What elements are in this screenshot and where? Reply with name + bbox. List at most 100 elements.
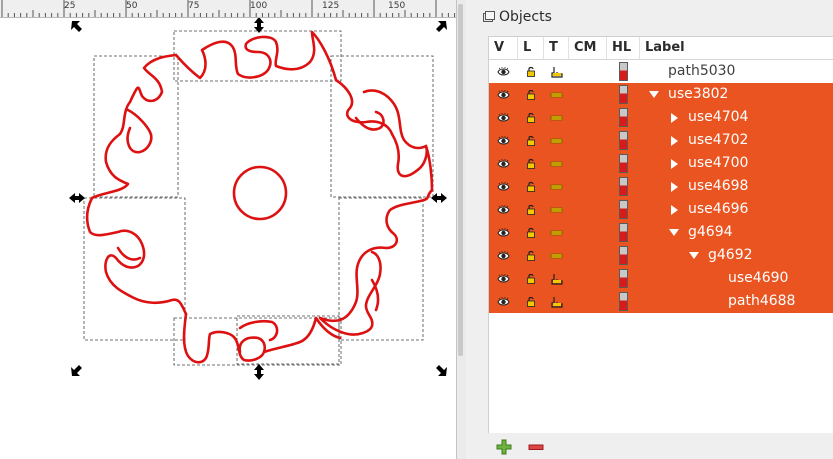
highlight-color-swatch[interactable] bbox=[607, 290, 640, 313]
highlight-color-swatch[interactable] bbox=[607, 60, 640, 83]
clone-icon bbox=[544, 129, 569, 152]
clip-mask-cell bbox=[569, 221, 607, 244]
tree-row-label-cell[interactable]: use3802 bbox=[640, 83, 833, 106]
unlocked-icon[interactable] bbox=[518, 244, 544, 267]
tree-row-label: g4694 bbox=[688, 224, 733, 240]
clip-mask-cell bbox=[569, 198, 607, 221]
highlight-color-swatch[interactable] bbox=[607, 221, 640, 244]
column-label[interactable]: Label bbox=[640, 37, 833, 59]
expand-arrow-down-icon[interactable] bbox=[689, 251, 699, 261]
horizontal-ruler[interactable]: 25 50 75 100 125 150 bbox=[0, 0, 456, 18]
tree-row-label-cell[interactable]: use4698 bbox=[640, 175, 833, 198]
drawing-canvas[interactable] bbox=[0, 18, 456, 459]
ruler-label: 50 bbox=[126, 1, 138, 11]
eye-icon[interactable] bbox=[489, 290, 518, 313]
unlocked-icon[interactable] bbox=[518, 175, 544, 198]
tree-row[interactable]: use4704 bbox=[489, 106, 833, 129]
tree-row-label-cell[interactable]: use4700 bbox=[640, 152, 833, 175]
eye-icon[interactable] bbox=[489, 244, 518, 267]
unlocked-icon[interactable] bbox=[518, 106, 544, 129]
expand-arrow-right-icon[interactable] bbox=[669, 159, 679, 169]
unlocked-icon[interactable] bbox=[518, 290, 544, 313]
scrollbar-thumb[interactable] bbox=[458, 4, 463, 356]
tree-row-label-cell[interactable]: use4696 bbox=[640, 198, 833, 221]
eye-icon[interactable] bbox=[489, 83, 518, 106]
scale-handle-top-right[interactable] bbox=[436, 21, 447, 32]
remove-minus-icon[interactable] bbox=[528, 439, 544, 455]
tree-row-label-cell[interactable]: use4702 bbox=[640, 129, 833, 152]
expand-arrow-down-icon[interactable] bbox=[649, 90, 659, 100]
path-tool-icon bbox=[544, 290, 569, 313]
unlocked-icon[interactable] bbox=[518, 152, 544, 175]
eye-icon[interactable] bbox=[489, 60, 518, 83]
clip-mask-cell bbox=[569, 129, 607, 152]
unlocked-icon[interactable] bbox=[518, 267, 544, 290]
expand-arrow-right-icon[interactable] bbox=[669, 205, 679, 215]
unlocked-icon[interactable] bbox=[518, 198, 544, 221]
eye-icon[interactable] bbox=[489, 175, 518, 198]
highlight-color-swatch[interactable] bbox=[607, 152, 640, 175]
clone-icon bbox=[544, 83, 569, 106]
tree-row[interactable]: use4690 bbox=[489, 267, 833, 290]
column-type[interactable]: T bbox=[544, 37, 569, 59]
scale-handle-bottom-right[interactable] bbox=[436, 365, 447, 376]
panel-buttons bbox=[488, 432, 833, 459]
tree-row-label-cell[interactable]: path5030 bbox=[640, 60, 833, 83]
column-clip-mask[interactable]: CM bbox=[569, 37, 607, 59]
tree-row-label-cell[interactable]: path4688 bbox=[640, 290, 833, 313]
column-highlight[interactable]: HL bbox=[607, 37, 640, 59]
column-visible[interactable]: V bbox=[489, 37, 518, 59]
expand-arrow-right-icon[interactable] bbox=[669, 182, 679, 192]
highlight-color-swatch[interactable] bbox=[607, 244, 640, 267]
unlocked-icon[interactable] bbox=[518, 60, 544, 83]
tree-row-label-cell[interactable]: g4694 bbox=[640, 221, 833, 244]
column-lock[interactable]: L bbox=[518, 37, 544, 59]
path-tool-icon bbox=[544, 60, 569, 83]
drawing bbox=[69, 18, 447, 380]
expand-arrow-right-icon[interactable] bbox=[669, 113, 679, 123]
clip-mask-cell bbox=[569, 83, 607, 106]
clip-mask-cell bbox=[569, 175, 607, 198]
eye-icon[interactable] bbox=[489, 129, 518, 152]
tree-row-label-cell[interactable]: use4704 bbox=[640, 106, 833, 129]
tree-row[interactable]: use4702 bbox=[489, 129, 833, 152]
expand-arrow-down-icon[interactable] bbox=[669, 228, 679, 238]
highlight-color-swatch[interactable] bbox=[607, 129, 640, 152]
scale-handle-bottom-left[interactable] bbox=[71, 365, 82, 376]
scale-handle-bottom[interactable] bbox=[254, 364, 264, 380]
tree-row[interactable]: path5030 bbox=[489, 60, 833, 83]
tree-row[interactable]: use4700 bbox=[489, 152, 833, 175]
highlight-color-swatch[interactable] bbox=[607, 175, 640, 198]
tree-row[interactable]: use3802 bbox=[489, 83, 833, 106]
eye-icon[interactable] bbox=[489, 152, 518, 175]
unlocked-icon[interactable] bbox=[518, 129, 544, 152]
eye-icon[interactable] bbox=[489, 106, 518, 129]
tree-header: V L T CM HL Label bbox=[489, 37, 833, 60]
tree-row[interactable]: path4688 bbox=[489, 290, 833, 313]
highlight-color-swatch[interactable] bbox=[607, 106, 640, 129]
scale-handle-top-left[interactable] bbox=[71, 21, 82, 32]
object-bounding-boxes bbox=[83, 30, 434, 366]
tree-row[interactable]: use4698 bbox=[489, 175, 833, 198]
unlocked-icon[interactable] bbox=[518, 83, 544, 106]
eye-icon[interactable] bbox=[489, 221, 518, 244]
expand-arrow-right-icon[interactable] bbox=[669, 136, 679, 146]
unlocked-icon[interactable] bbox=[518, 221, 544, 244]
tree-row-label-cell[interactable]: g4692 bbox=[640, 244, 833, 267]
objects-panel: Objects V L T CM HL Label path5030 use380… bbox=[466, 0, 833, 459]
tree-row[interactable]: g4692 bbox=[489, 244, 833, 267]
eye-icon[interactable] bbox=[489, 267, 518, 290]
objects-tree[interactable]: V L T CM HL Label path5030 use3802 use4704… bbox=[488, 36, 833, 433]
highlight-color-swatch[interactable] bbox=[607, 83, 640, 106]
eye-icon[interactable] bbox=[489, 198, 518, 221]
tree-row-label: path5030 bbox=[668, 63, 736, 79]
highlight-color-swatch[interactable] bbox=[607, 267, 640, 290]
tree-row[interactable]: use4696 bbox=[489, 198, 833, 221]
tree-row[interactable]: g4694 bbox=[489, 221, 833, 244]
tree-row-label-cell[interactable]: use4690 bbox=[640, 267, 833, 290]
add-plus-icon[interactable] bbox=[496, 439, 512, 455]
highlight-color-swatch[interactable] bbox=[607, 198, 640, 221]
clip-mask-cell bbox=[569, 60, 607, 83]
scale-handle-left[interactable] bbox=[69, 193, 85, 203]
ruler-label: 100 bbox=[250, 1, 268, 11]
